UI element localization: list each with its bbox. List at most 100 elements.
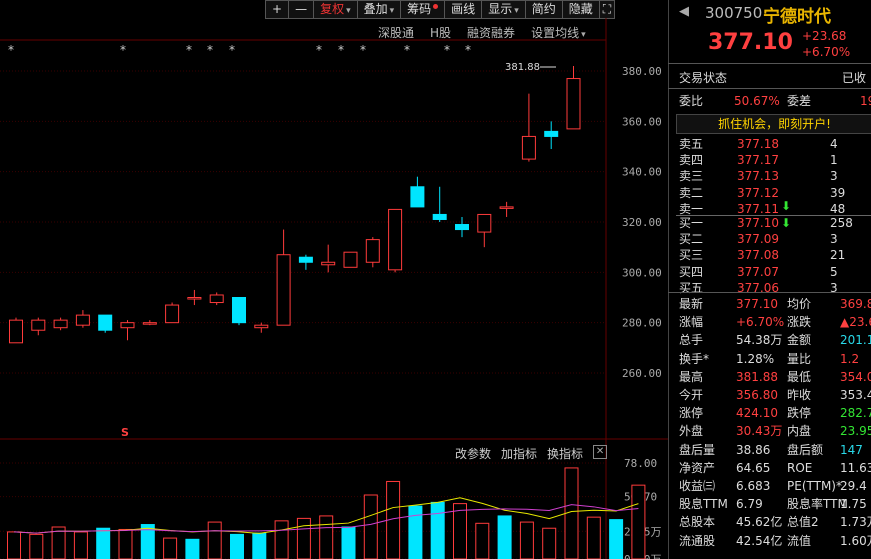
volume-bar	[631, 484, 646, 559]
kline-chart[interactable]: 380.00 360.00 340.00 320.00 300.00 280.00 260.…	[0, 0, 668, 559]
bid-level-volume: 5	[830, 264, 838, 279]
ask-level-price: 377.12	[737, 185, 779, 200]
candle-body	[521, 135, 536, 160]
volume-bar	[252, 532, 267, 559]
volume-bar	[363, 494, 378, 559]
stat-value: 45.62亿	[736, 515, 783, 530]
volume-bar	[118, 528, 133, 559]
candle-body	[276, 254, 291, 326]
candle-body	[388, 208, 403, 271]
volume-bar	[453, 503, 467, 559]
sell-signal-marker: S	[121, 426, 129, 439]
candle-body	[232, 297, 246, 324]
event-marker: *	[186, 43, 192, 57]
bid-level-volume: 3	[830, 232, 838, 247]
stat-value: 29.4	[840, 479, 867, 493]
y-tick-label: 260.00	[622, 367, 662, 380]
stat-value: 381.88	[736, 369, 778, 384]
volume-bar	[408, 505, 423, 559]
close-icon[interactable]: ✕	[593, 445, 608, 459]
switch-indicator-button[interactable]: 换指标	[547, 445, 583, 462]
high-price-label: 381.88	[505, 62, 540, 73]
open-account-banner[interactable]: 抓住机会，即刻开户!	[676, 114, 871, 134]
stat-value: 1.73万	[840, 515, 871, 530]
weicha-label: 委差	[787, 94, 812, 108]
volume-bar	[230, 533, 244, 559]
stat-label: 流通股	[679, 533, 716, 548]
candle-body	[165, 304, 180, 324]
candle-body	[187, 297, 202, 300]
stat-label: 换手*	[679, 351, 710, 366]
stat-label: 昨收	[787, 388, 812, 402]
volume-bar	[296, 517, 311, 559]
add-indicator-button[interactable]: 加指标	[501, 445, 537, 462]
stat-value: 354.0	[840, 369, 871, 384]
collapse-arrow-icon[interactable]: ◀	[679, 4, 689, 19]
candle-body	[98, 314, 113, 331]
event-marker: *	[404, 43, 410, 57]
price-change-block: +23.68 +6.70%	[802, 28, 850, 60]
candle-body	[365, 239, 380, 263]
stat-value: 1.2	[840, 351, 860, 366]
ask-level-price: 377.11	[737, 201, 779, 216]
event-marker: *	[207, 43, 213, 57]
volume-bar	[163, 537, 178, 559]
bid-level-label: 买四	[679, 264, 704, 279]
volume-bar	[586, 516, 601, 559]
ask-level-price: 377.18	[737, 137, 779, 151]
event-marker: *	[465, 43, 471, 57]
edit-params-button[interactable]: 改参数	[455, 445, 491, 462]
stat-value: 1.75	[840, 497, 867, 512]
trade-status-label: 交易状态	[679, 71, 728, 85]
stat-value: ▲23.6	[840, 315, 871, 330]
stat-label: 均价	[787, 297, 812, 311]
y-tick-label: 320.00	[622, 216, 662, 229]
down-arrow-icon: ⬇	[781, 199, 792, 213]
stat-label: 净资产	[679, 460, 716, 475]
trade-status-value: 已收	[842, 71, 867, 85]
ask-level-price: 377.17	[737, 153, 779, 168]
price-change-pct: +6.70%	[802, 45, 851, 59]
event-marker: *	[338, 43, 344, 57]
candle-body	[321, 261, 336, 266]
stat-label: 涨停	[679, 406, 704, 421]
stock-name: 宁德时代	[763, 7, 831, 27]
volume-bar	[497, 515, 512, 559]
stat-label: 总值2	[787, 515, 819, 530]
candle-body	[142, 322, 157, 325]
divider	[676, 215, 871, 216]
y-tick-label: 380.00	[622, 65, 662, 78]
bid-level-volume: 21	[830, 248, 846, 263]
stat-value: 201.13	[840, 333, 871, 348]
y-tick-label: 360.00	[622, 115, 662, 128]
event-marker: *	[316, 43, 322, 57]
stat-value: 54.38万	[736, 333, 783, 348]
stat-label: 最低	[787, 369, 812, 384]
stat-value: 30.43万	[736, 424, 783, 439]
weibi-label: 委比	[679, 94, 704, 108]
candle-body	[75, 314, 90, 326]
stat-value: 282.7	[840, 406, 871, 421]
stat-value: 6.683	[736, 479, 771, 493]
stat-label: 总手	[679, 333, 704, 348]
bid-level-price: 377.10	[737, 216, 779, 230]
volume-bar	[73, 531, 88, 559]
stat-label: 内盘	[787, 424, 812, 439]
stat-label: 股息TTM	[679, 497, 728, 512]
candle-body	[53, 319, 68, 329]
volume-bar	[96, 527, 111, 559]
stat-value: 377.10	[736, 297, 778, 311]
stat-value: 11.63	[840, 460, 871, 475]
weibi-value: 50.67%	[734, 94, 780, 108]
y-tick-label: 300.00	[622, 266, 662, 279]
bid-level-label: 买二	[679, 232, 704, 247]
bid-level-volume: 258	[830, 216, 853, 230]
stat-value: 6.79	[736, 497, 763, 512]
price-change: +23.68	[802, 29, 847, 43]
stat-value: 353.4	[840, 388, 871, 402]
volume-bar	[341, 526, 356, 559]
bid-level-price: 377.08	[737, 248, 779, 263]
volume-toolbar: 改参数 加指标 换指标 ✕	[455, 445, 608, 462]
stat-value: 38.86	[736, 442, 771, 457]
event-marker: *	[444, 43, 450, 57]
